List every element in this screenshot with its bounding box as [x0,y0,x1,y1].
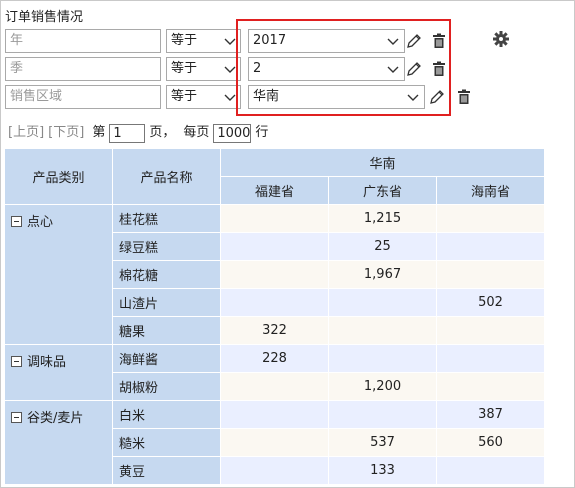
sales-table: 产品类别 产品名称 华南 福建省 广东省 海南省 点心 桂花糕 1,215 绿豆… [4,148,545,485]
table-row: 谷类/麦片 白米 387 [4,400,545,485]
rows-per-page-input[interactable]: 1000 [213,123,252,143]
value-cell: 502 [436,288,545,317]
delete-trash-icon[interactable] [455,88,473,106]
value-cell [436,344,545,373]
value-cell: 322 [220,316,329,345]
category-cell: 谷类/麦片 [4,400,113,485]
product-cell: 糙米 [112,428,221,457]
pager: [上页] [下页] 第 1 页， 每页 1000 行 [8,123,272,143]
value-cell [220,428,329,457]
table-row: 点心 桂花糕 1,215 [4,204,545,345]
value-cell: 1,200 [328,372,437,401]
chevron-down-icon [224,91,236,103]
chevron-down-icon [224,63,236,75]
prev-page-link[interactable]: [上页] [8,124,44,142]
collapse-icon[interactable] [11,412,22,423]
product-cell: 黄豆 [112,456,221,485]
table-row: 调味品 海鲜酱 228 [4,344,545,401]
per-page-suffix: 行 [255,125,269,140]
header-category: 产品类别 [4,148,113,205]
category-label: 谷类/麦片 [27,411,84,426]
value-cell [220,456,329,485]
filter-operator-value: 等于 [171,89,198,104]
page-number-input[interactable]: 1 [109,123,146,143]
header-province: 福建省 [220,176,329,205]
filter-field-name[interactable]: 年 [5,29,161,53]
product-cell: 海鲜酱 [112,344,221,373]
report-title: 订单销售情况 [5,10,84,25]
value-cell: 1,967 [328,260,437,289]
product-cell: 白米 [112,400,221,429]
value-cell [220,288,329,317]
product-cell: 胡椒粉 [112,372,221,401]
product-cell: 山渣片 [112,288,221,317]
value-cell: 560 [436,428,545,457]
category-label: 点心 [27,215,54,230]
value-cell [436,260,545,289]
filter-operator-select[interactable]: 等于 [166,57,241,81]
value-cell [220,232,329,261]
header-province: 广东省 [328,176,437,205]
collapse-icon[interactable] [11,356,22,367]
header-product: 产品名称 [112,148,221,205]
value-cell [436,232,545,261]
header-province: 海南省 [436,176,545,205]
value-cell [328,316,437,345]
value-cell: 387 [436,400,545,429]
filter-operator-select[interactable]: 等于 [166,29,241,53]
value-cell [220,400,329,429]
filter-operator-value: 等于 [171,33,198,48]
product-cell: 绿豆糕 [112,232,221,261]
value-cell [436,372,545,401]
value-cell [220,260,329,289]
category-cell: 调味品 [4,344,113,401]
highlight-box [236,19,451,116]
value-cell: 133 [328,456,437,485]
per-page-prefix: 每页 [183,125,210,140]
next-page-link[interactable]: [下页] [48,124,84,142]
filter-operator-value: 等于 [171,61,198,76]
page-suffix: 页， [149,125,176,140]
value-cell [436,456,545,485]
filter-operator-select[interactable]: 等于 [166,85,241,109]
value-cell [328,344,437,373]
category-label: 调味品 [27,355,67,370]
header-region: 华南 [220,148,545,177]
value-cell [220,204,329,233]
product-cell: 桂花糕 [112,204,221,233]
value-cell [436,316,545,345]
filter-field-name[interactable]: 季 [5,57,161,81]
filter-field-name[interactable]: 销售区域 [5,85,161,109]
chevron-down-icon [224,35,236,47]
page-prefix: 第 [92,125,106,140]
category-cell: 点心 [4,204,113,345]
value-cell: 1,215 [328,204,437,233]
value-cell [328,288,437,317]
value-cell: 537 [328,428,437,457]
value-cell: 25 [328,232,437,261]
value-cell [436,204,545,233]
value-cell: 228 [220,344,329,373]
value-cell [220,372,329,401]
product-cell: 糖果 [112,316,221,345]
collapse-icon[interactable] [11,216,22,227]
gear-icon[interactable] [492,30,510,48]
value-cell [328,400,437,429]
product-cell: 棉花糖 [112,260,221,289]
